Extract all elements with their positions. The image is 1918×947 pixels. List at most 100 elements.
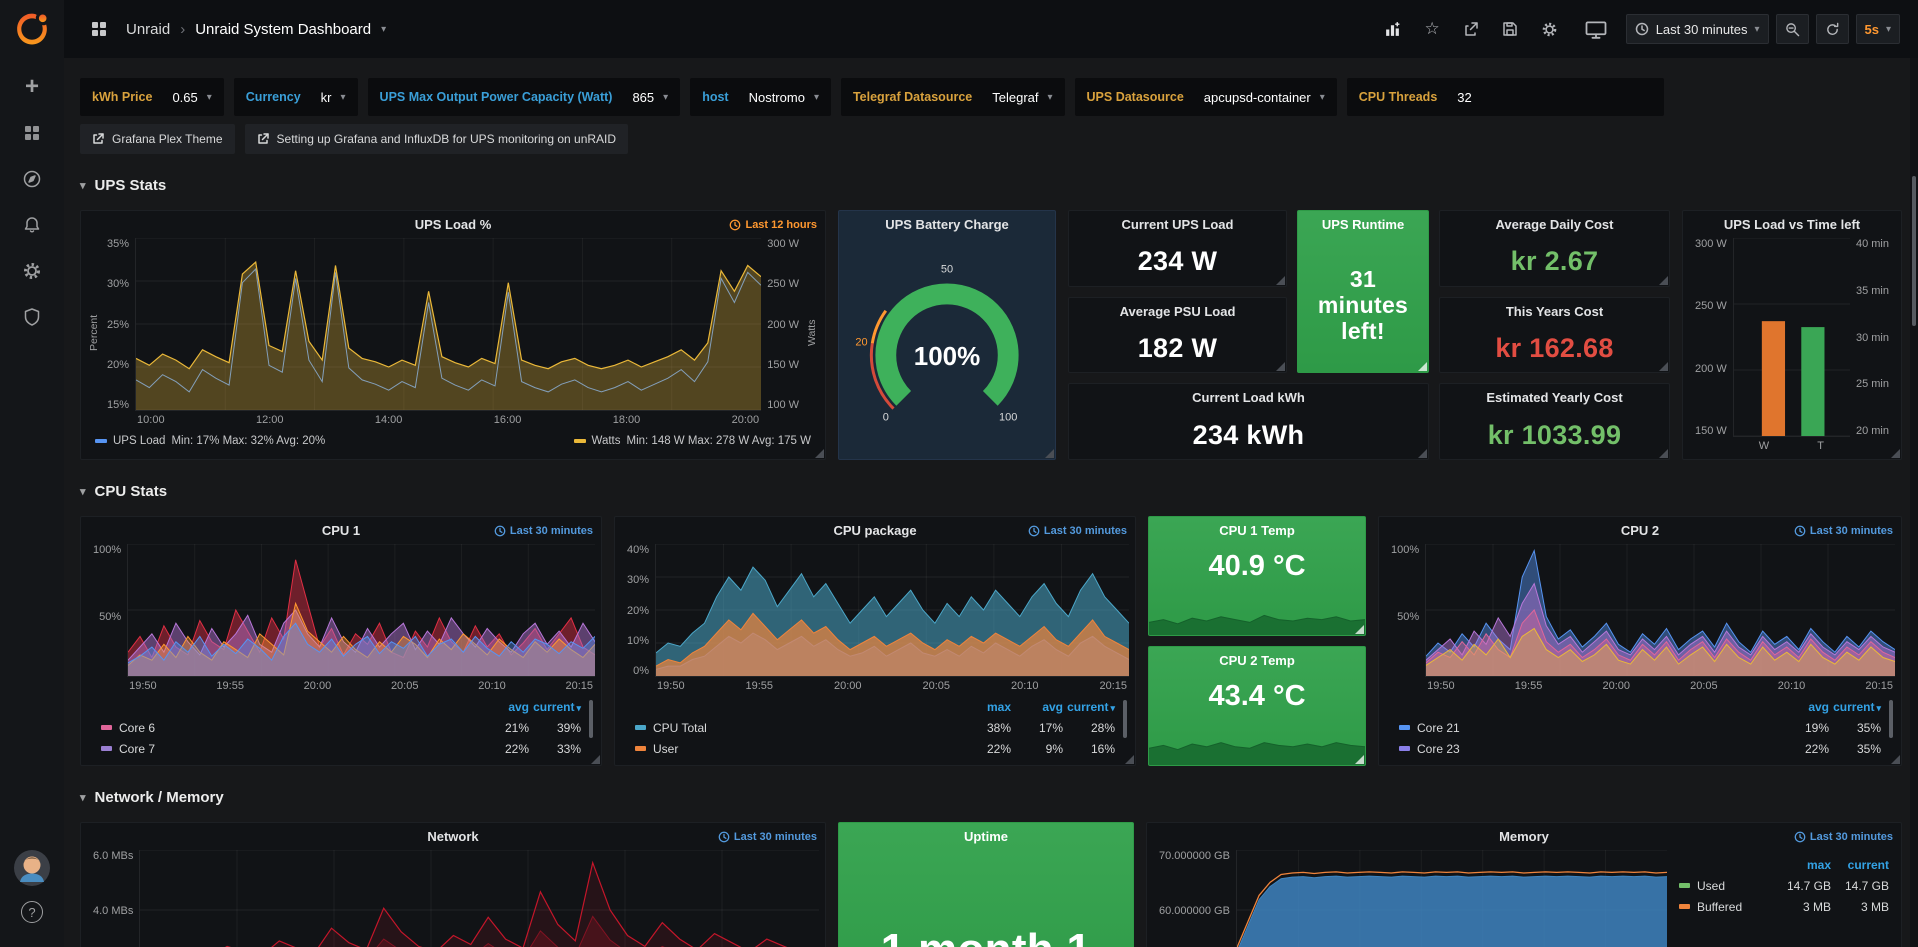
panel-title[interactable]: UPS Load vs Time left <box>1724 217 1860 232</box>
create-plus-icon[interactable]: + <box>11 67 53 107</box>
panel-current-ups-load: Current UPS Load 234 W <box>1068 210 1287 287</box>
panel-title[interactable]: CPU 2 <box>1621 523 1659 538</box>
cpu1-chart[interactable] <box>127 544 595 677</box>
panel-title[interactable]: CPU 1 <box>322 523 360 538</box>
cpu2-chart[interactable] <box>1425 544 1895 677</box>
resize-handle[interactable] <box>1418 449 1427 458</box>
resize-handle[interactable] <box>1276 276 1285 285</box>
cycle-view-monitor-icon[interactable] <box>1577 14 1615 44</box>
variable-kwh-price[interactable]: kWh Price 0.65▾ <box>80 78 224 116</box>
panel-title[interactable]: CPU package <box>833 523 916 538</box>
series-toggle[interactable]: Core 7 <box>101 742 477 756</box>
refresh-button[interactable] <box>1816 14 1849 44</box>
panel-title[interactable]: CPU 2 Temp <box>1219 653 1295 668</box>
panel-time-range[interactable]: Last 12 hours <box>729 211 817 238</box>
refresh-interval-picker[interactable]: 5s ▾ <box>1856 14 1901 44</box>
network-chart[interactable] <box>139 850 819 947</box>
stat-value: 31 minutes left! <box>1298 266 1428 345</box>
panel-title[interactable]: This Years Cost <box>1506 304 1603 319</box>
explore-compass-icon[interactable] <box>11 159 53 199</box>
ups-load-chart[interactable] <box>135 238 761 411</box>
help-icon[interactable]: ? <box>11 892 53 932</box>
apps-grid-icon[interactable] <box>82 14 116 44</box>
ups-bars-chart[interactable] <box>1733 238 1850 437</box>
panel-title[interactable]: Current UPS Load <box>1122 217 1234 232</box>
panel-title[interactable]: Memory <box>1499 829 1549 844</box>
series-toggle[interactable]: Buffered <box>1679 900 1773 914</box>
row-ups-stats[interactable]: ▾ UPS Stats <box>80 170 1902 200</box>
scrollbar-thumb[interactable] <box>1912 176 1916 326</box>
cpu-package-chart[interactable] <box>655 544 1129 677</box>
dashboard-title[interactable]: Unraid System Dashboard <box>195 21 371 38</box>
series-toggle[interactable]: Core 6 <box>101 721 477 735</box>
row-network-memory[interactable]: ▾ Network / Memory <box>80 782 1902 812</box>
panel-title[interactable]: UPS Load % <box>415 217 492 232</box>
panel-title[interactable]: Average PSU Load <box>1120 304 1236 319</box>
panel-title[interactable]: Average Daily Cost <box>1495 217 1613 232</box>
panel-title[interactable]: Current Load kWh <box>1192 390 1305 405</box>
resize-handle[interactable] <box>1125 755 1134 764</box>
variable-ups-datasource[interactable]: UPS Datasource apcupsd-container▾ <box>1075 78 1337 116</box>
resize-handle[interactable] <box>1045 449 1054 458</box>
resize-handle[interactable] <box>1355 625 1364 634</box>
panel-time-range[interactable]: Last 30 minutes <box>1794 517 1893 544</box>
legend-item-watts[interactable]: Watts Min: 148 W Max: 278 W Avg: 175 W <box>574 435 811 447</box>
variable-currency[interactable]: Currency kr▾ <box>234 78 358 116</box>
add-panel-button[interactable] <box>1376 14 1409 44</box>
user-avatar[interactable] <box>14 850 50 886</box>
resize-handle[interactable] <box>1355 755 1364 764</box>
variable-telegraf-datasource[interactable]: Telegraf Datasource Telegraf▾ <box>841 78 1065 116</box>
resize-handle[interactable] <box>1891 755 1900 764</box>
zoom-out-button[interactable] <box>1776 14 1809 44</box>
resize-handle[interactable] <box>1418 362 1427 371</box>
panel-title[interactable]: Estimated Yearly Cost <box>1486 390 1622 405</box>
panel-time-range[interactable]: Last 30 minutes <box>1794 823 1893 850</box>
save-button[interactable] <box>1494 14 1526 44</box>
legend-scrollbar[interactable] <box>1889 700 1893 738</box>
series-swatch <box>101 746 112 751</box>
panel-title[interactable]: Network <box>427 829 478 844</box>
resize-handle[interactable] <box>1659 449 1668 458</box>
external-link-icon <box>257 133 269 145</box>
legend-scrollbar[interactable] <box>1123 700 1127 738</box>
dashboards-icon[interactable] <box>11 113 53 153</box>
panel-time-range[interactable]: Last 30 minutes <box>1028 517 1127 544</box>
series-toggle[interactable]: Core 23 <box>1399 742 1777 756</box>
resize-handle[interactable] <box>815 449 824 458</box>
panel-title[interactable]: UPS Battery Charge <box>885 217 1009 232</box>
star-dashboard-button[interactable]: ☆ <box>1416 14 1447 44</box>
series-toggle[interactable]: Core 21 <box>1399 721 1777 735</box>
variable-cpu-threads[interactable]: CPU Threads 32 <box>1347 78 1665 116</box>
breadcrumb-app[interactable]: Unraid <box>126 21 170 38</box>
panel-title[interactable]: Uptime <box>964 829 1008 844</box>
series-toggle[interactable]: CPU Total <box>635 721 959 735</box>
link-ups-monitoring-guide[interactable]: Setting up Grafana and InfluxDB for UPS … <box>245 124 629 154</box>
series-toggle[interactable]: Used <box>1679 879 1773 893</box>
memory-chart[interactable] <box>1236 850 1667 947</box>
row-cpu-stats[interactable]: ▾ CPU Stats <box>80 476 1902 506</box>
dashboard-settings-gear-button[interactable] <box>1533 14 1566 44</box>
resize-handle[interactable] <box>591 755 600 764</box>
variable-host[interactable]: host Nostromo▾ <box>690 78 831 116</box>
configuration-gear-icon[interactable] <box>11 251 53 291</box>
stat-value: kr 162.68 <box>1495 333 1613 364</box>
resize-handle[interactable] <box>1891 449 1900 458</box>
resize-handle[interactable] <box>1276 362 1285 371</box>
panel-title[interactable]: CPU 1 Temp <box>1219 523 1295 538</box>
alerting-bell-icon[interactable] <box>11 205 53 245</box>
panel-time-range[interactable]: Last 30 minutes <box>718 823 817 850</box>
grafana-logo[interactable] <box>13 10 51 48</box>
share-button[interactable] <box>1455 14 1487 44</box>
time-picker[interactable]: Last 30 minutes ▾ <box>1626 14 1769 44</box>
server-admin-shield-icon[interactable] <box>11 297 53 337</box>
panel-time-range[interactable]: Last 30 minutes <box>494 517 593 544</box>
variable-ups-max-output[interactable]: UPS Max Output Power Capacity (Watt) 865… <box>368 78 681 116</box>
legend-scrollbar[interactable] <box>589 700 593 738</box>
resize-handle[interactable] <box>1659 362 1668 371</box>
series-toggle[interactable]: User <box>635 742 959 756</box>
resize-handle[interactable] <box>1659 276 1668 285</box>
panel-title[interactable]: UPS Runtime <box>1322 217 1404 232</box>
legend-item-ups-load[interactable]: UPS Load Min: 17% Max: 32% Avg: 20% <box>95 435 325 447</box>
left-axis-ticks: 6.0 MBs4.0 MBs2.0 MBs <box>87 850 139 947</box>
link-grafana-plex-theme[interactable]: Grafana Plex Theme <box>80 124 235 154</box>
